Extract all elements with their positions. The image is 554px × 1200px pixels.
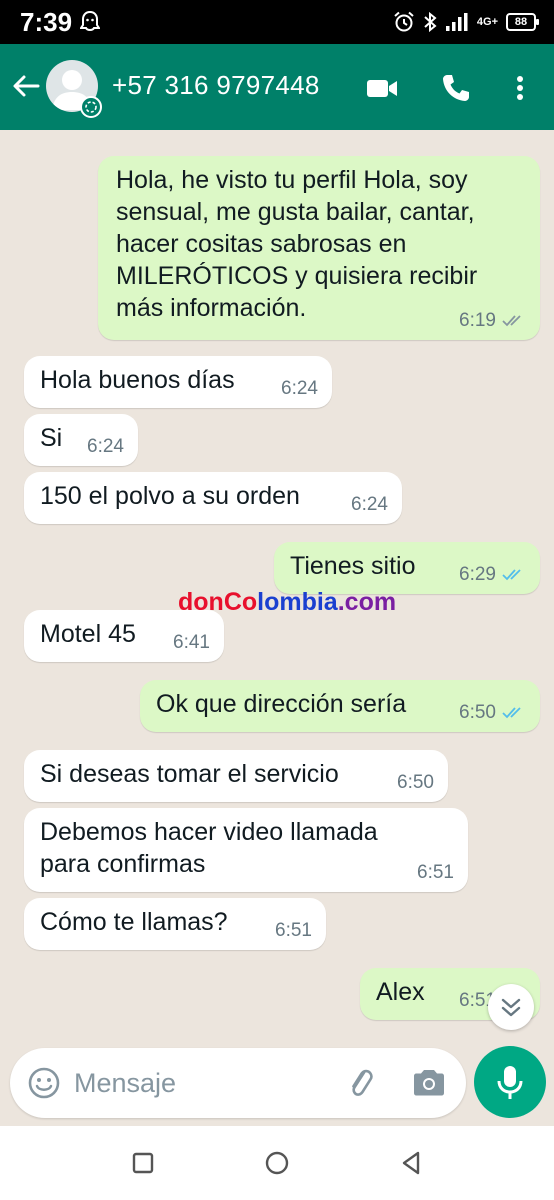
message-text: Debemos hacer video llamada para confirm… (40, 816, 378, 880)
paperclip-icon[interactable] (342, 1064, 380, 1102)
message-text: Ok que dirección sería (156, 690, 407, 718)
recents-icon[interactable] (128, 1148, 158, 1178)
bluetooth-icon (424, 11, 437, 33)
message-time: 6:41 (173, 632, 210, 653)
message-time: 6:50 (459, 702, 496, 723)
video-call-icon[interactable] (364, 70, 400, 106)
back-arrow-icon[interactable] (8, 68, 44, 104)
message-line: más información. (116, 294, 307, 322)
message-bubble-outgoing[interactable]: Ok que dirección sería 6:50 (140, 680, 540, 732)
message-composer (10, 1048, 466, 1118)
message-meta: 6:50 (397, 772, 434, 794)
double-check-read-icon (502, 569, 521, 581)
message-meta: 6:29 (459, 564, 526, 586)
message-bubble-incoming[interactable]: Si 6:24 (24, 414, 138, 466)
message-bubble-incoming[interactable]: Motel 45 6:41 (24, 610, 224, 662)
message-line: hacer cositas sabrosas en (116, 230, 407, 258)
watermark-part: lombia (257, 588, 338, 616)
message-bubble-incoming[interactable]: Si deseas tomar el servicio 6:50 (24, 750, 448, 802)
back-icon[interactable] (396, 1148, 426, 1178)
message-time: 6:29 (459, 564, 496, 585)
message-meta: 6:24 (87, 436, 124, 458)
message-line: MILERÓTICOS y quisiera recibir (116, 262, 478, 290)
camera-icon[interactable] (410, 1064, 448, 1102)
message-meta: 6:51 (275, 920, 312, 942)
phone-icon[interactable] (438, 70, 474, 106)
network-type: 4G+ (476, 16, 498, 28)
scroll-to-bottom-button[interactable] (488, 984, 534, 1030)
message-input[interactable] (74, 1062, 334, 1104)
status-icons: 4G+ 88 (393, 10, 539, 34)
message-bubble-incoming[interactable]: Debemos hacer video llamada para confirm… (24, 808, 468, 892)
message-bubble-incoming[interactable]: 150 el polvo a su orden 6:24 (24, 472, 402, 524)
double-chevron-down-icon (501, 998, 521, 1017)
message-line: Hola, he visto tu perfil Hola, soy (116, 166, 468, 194)
more-options-icon[interactable] (502, 70, 538, 106)
status-ring-icon (80, 96, 102, 118)
message-meta: 6:51 (417, 862, 454, 884)
message-text: Cómo te llamas? (40, 908, 228, 936)
message-text: Alex (376, 978, 425, 1006)
message-line: para confirmas (40, 850, 206, 878)
message-bubble-outgoing[interactable]: Hola, he visto tu perfil Hola, soy sensu… (98, 156, 540, 340)
message-line: sensual, me gusta bailar, cantar, (116, 198, 475, 226)
system-navigation-bar (0, 1126, 554, 1200)
status-time: 7:39 (20, 7, 73, 37)
chat-area[interactable]: Hola, he visto tu perfil Hola, soy sensu… (0, 130, 554, 1046)
message-text: Si (40, 424, 63, 452)
message-meta: 6:19 (459, 310, 526, 332)
chat-header: +57 316 9797448 (0, 44, 554, 130)
status-bar: 7:39 4G+ 88 (0, 0, 554, 44)
double-check-read-icon (502, 707, 521, 719)
message-text: Tienes sitio (290, 552, 416, 580)
message-bubble-outgoing[interactable]: Tienes sitio 6:29 (274, 542, 540, 594)
double-check-icon (502, 315, 521, 327)
microphone-icon (497, 1066, 523, 1099)
emoji-icon[interactable] (26, 1065, 62, 1101)
contact-name[interactable]: +57 316 9797448 (112, 70, 320, 101)
message-time: 6:24 (281, 378, 318, 399)
message-meta: 6:50 (459, 702, 526, 724)
microphone-button[interactable] (474, 1046, 546, 1118)
message-text: Hola buenos días (40, 366, 235, 394)
message-time: 6:51 (417, 862, 454, 883)
message-text: Hola, he visto tu perfil Hola, soy sensu… (116, 164, 477, 324)
snapchat-notification-icon (80, 10, 100, 32)
battery-icon: 88 (506, 13, 539, 31)
message-text: 150 el polvo a su orden (40, 482, 300, 510)
message-time: 6:19 (459, 310, 496, 331)
message-bubble-incoming[interactable]: Hola buenos días 6:24 (24, 356, 332, 408)
message-text: Si deseas tomar el servicio (40, 760, 339, 788)
message-time: 6:50 (397, 772, 434, 793)
message-time: 6:24 (87, 436, 124, 457)
message-meta: 6:24 (351, 494, 388, 516)
watermark-part: .com (337, 588, 397, 616)
alarm-icon (394, 11, 414, 32)
message-text: Motel 45 (40, 620, 136, 648)
message-time: 6:51 (275, 920, 312, 941)
message-time: 6:24 (351, 494, 388, 515)
signal-icon (445, 13, 468, 31)
message-line: Debemos hacer video llamada (40, 818, 378, 846)
home-icon[interactable] (262, 1148, 292, 1178)
message-bubble-incoming[interactable]: Cómo te llamas? 6:51 (24, 898, 326, 950)
message-meta: 6:24 (281, 378, 318, 400)
message-meta: 6:41 (173, 632, 210, 654)
